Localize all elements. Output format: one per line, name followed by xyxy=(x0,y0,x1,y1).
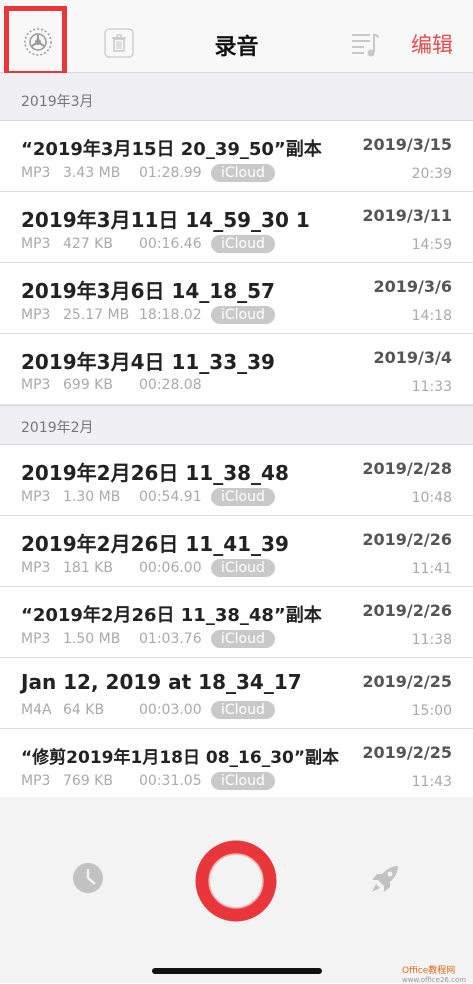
recording-time: 11:38 xyxy=(411,632,452,648)
recording-meta: MP3 25.17 MB 18:18.02 iCloud xyxy=(21,306,275,324)
recording-time: 14:59 xyxy=(411,237,452,253)
recording-name: Jan 12, 2019 at 18_34_17 xyxy=(21,670,302,694)
recording-time: 11:43 xyxy=(411,774,452,790)
recording-date: 2019/2/26 xyxy=(362,530,452,549)
recording-size: 1.30 MB xyxy=(63,489,121,505)
record-icon[interactable] xyxy=(195,840,277,922)
recording-size: 427 KB xyxy=(63,236,113,252)
icloud-badge: iCloud xyxy=(211,306,275,324)
recording-date: 2019/2/28 xyxy=(362,459,452,478)
icloud-badge: iCloud xyxy=(211,559,275,577)
recording-date: 2019/2/26 xyxy=(362,601,452,620)
recording-format: MP3 xyxy=(21,773,51,789)
recording-name: 2019年2月26日 11_38_48 xyxy=(21,461,289,485)
recording-name: 2019年3月11日 14_59_30 1 xyxy=(21,208,310,232)
recording-date: 2019/2/25 xyxy=(362,672,452,691)
recording-duration: 18:18.02 xyxy=(139,307,202,323)
recording-meta: MP3 181 KB 00:06.00 iCloud xyxy=(21,559,275,577)
recording-format: MP3 xyxy=(21,489,51,505)
watermark-brand: Office教程网 xyxy=(402,966,456,976)
recording-meta: MP3 3.43 MB 01:28.99 iCloud xyxy=(21,164,275,182)
recording-format: MP3 xyxy=(21,165,51,181)
recording-time: 11:41 xyxy=(411,561,452,577)
recording-meta: MP3 427 KB 00:16.46 iCloud xyxy=(21,235,275,253)
recording-format: MP3 xyxy=(21,236,51,252)
recording-date: 2019/2/25 xyxy=(362,743,452,762)
recording-duration: 01:28.99 xyxy=(139,165,202,181)
recording-row[interactable]: “2019年3月15日 20_39_50”副本 2019/3/15 MP3 3.4… xyxy=(0,121,473,192)
icloud-badge: iCloud xyxy=(211,164,275,182)
recording-time: 10:48 xyxy=(411,490,452,506)
recording-time: 20:39 xyxy=(411,166,452,182)
recording-name: 2019年2月26日 11_41_39 xyxy=(21,532,289,556)
recording-name: “2019年2月26日 11_38_48”副本 xyxy=(21,605,322,626)
recording-format: MP3 xyxy=(21,560,51,576)
recording-meta: MP3 769 KB 00:31.05 iCloud xyxy=(21,772,275,790)
recording-format: MP3 xyxy=(21,631,51,647)
recording-size: 64 KB xyxy=(63,702,105,718)
recording-row[interactable]: 2019年3月4日 11_33_39 2019/3/4 MP3 699 KB 00:… xyxy=(0,334,473,405)
recording-row[interactable]: 2019年2月26日 11_38_48 2019/2/28 MP3 1.30 MB… xyxy=(0,445,473,516)
recording-row[interactable]: “修剪2019年1月18日 08_16_30”副本 2019/2/25 MP3 7… xyxy=(0,729,473,800)
recording-meta: M4A 64 KB 00:03.00 iCloud xyxy=(21,701,275,719)
recording-size: 769 KB xyxy=(63,773,113,789)
recording-size: 25.17 MB xyxy=(63,307,130,323)
recording-duration: 00:06.00 xyxy=(139,560,202,576)
home-indicator xyxy=(152,968,322,974)
recording-duration: 00:31.05 xyxy=(139,773,202,789)
section-header: 2019年3月 xyxy=(0,73,473,121)
recording-row[interactable]: 2019年2月26日 11_41_39 2019/2/26 MP3 181 KB 0… xyxy=(0,516,473,587)
icloud-badge: iCloud xyxy=(211,630,275,648)
recording-meta: MP3 1.30 MB 00:54.91 iCloud xyxy=(21,488,275,506)
recording-name: “2019年3月15日 20_39_50”副本 xyxy=(21,139,322,160)
recording-row[interactable]: Jan 12, 2019 at 18_34_17 2019/2/25 M4A 64… xyxy=(0,658,473,729)
recording-duration: 00:54.91 xyxy=(139,489,202,505)
clock-icon[interactable] xyxy=(72,862,104,894)
recording-meta: MP3 1.50 MB 01:03.76 iCloud xyxy=(21,630,275,648)
page-title: 录音 xyxy=(214,35,259,60)
recording-meta: MP3 699 KB 00:28.08 xyxy=(21,377,211,393)
recording-duration: 00:28.08 xyxy=(139,377,202,393)
recording-time: 15:00 xyxy=(411,703,452,719)
icloud-badge: iCloud xyxy=(211,235,275,253)
recording-row[interactable]: 2019年3月11日 14_59_30 1 2019/3/11 MP3 427 K… xyxy=(0,192,473,263)
edit-button[interactable]: 编辑 xyxy=(411,29,453,59)
recording-date: 2019/3/6 xyxy=(373,277,452,296)
icloud-badge: iCloud xyxy=(211,488,275,506)
icloud-badge: iCloud xyxy=(211,701,275,719)
rocket-icon[interactable] xyxy=(368,862,402,896)
recording-size: 699 KB xyxy=(63,377,113,393)
recording-name: 2019年3月4日 11_33_39 xyxy=(21,350,275,374)
recording-duration: 00:03.00 xyxy=(139,702,202,718)
recording-size: 1.50 MB xyxy=(63,631,121,647)
recording-time: 14:18 xyxy=(411,308,452,324)
recording-size: 181 KB xyxy=(63,560,113,576)
section-header: 2019年2月 xyxy=(0,405,473,445)
recording-format: MP3 xyxy=(21,307,51,323)
recording-name: 2019年3月6日 14_18_57 xyxy=(21,279,275,303)
top-bar: 录音 编辑 xyxy=(0,0,473,76)
recording-date: 2019/3/4 xyxy=(373,348,452,367)
watermark: Office教程网 www.office26.com xyxy=(402,963,466,984)
recording-format: MP3 xyxy=(21,377,51,393)
recording-row[interactable]: 2019年3月6日 14_18_57 2019/3/6 MP3 25.17 MB 1… xyxy=(0,263,473,334)
recording-time: 11:33 xyxy=(411,379,452,395)
icloud-badge: iCloud xyxy=(211,772,275,790)
recording-duration: 01:03.76 xyxy=(139,631,202,647)
recording-row[interactable]: “2019年2月26日 11_38_48”副本 2019/2/26 MP3 1.5… xyxy=(0,587,473,658)
recording-name: “修剪2019年1月18日 08_16_30”副本 xyxy=(21,748,340,768)
recording-size: 3.43 MB xyxy=(63,165,121,181)
playlist-icon[interactable] xyxy=(350,30,380,58)
recording-format: M4A xyxy=(21,702,52,718)
recording-duration: 00:16.46 xyxy=(139,236,202,252)
recording-date: 2019/3/11 xyxy=(362,206,452,225)
recording-date: 2019/3/15 xyxy=(362,135,452,154)
